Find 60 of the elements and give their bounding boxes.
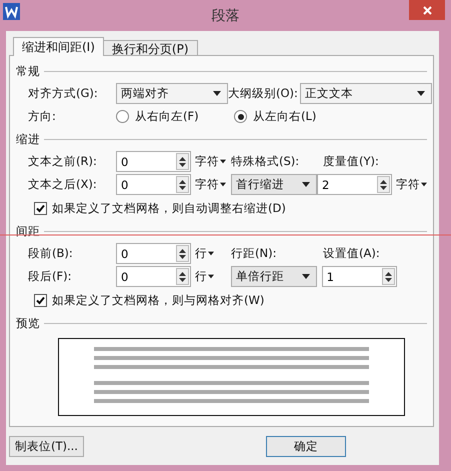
checkbox-label: 如果定义了文档网格，则与网格对齐(W)	[52, 292, 264, 308]
checkbox[interactable]	[34, 202, 47, 214]
caret-icon	[302, 274, 310, 279]
unit-dropdown[interactable]: 字符	[392, 177, 432, 192]
spin-button[interactable]	[176, 153, 189, 170]
field-label: 文本之前(R):	[28, 154, 98, 169]
spin-button[interactable]	[176, 268, 189, 285]
field-label: 文本之后(X):	[28, 177, 98, 192]
dropdown[interactable]: 两端对齐	[116, 83, 228, 104]
field-label: 段前(B):	[28, 246, 74, 261]
dropdown[interactable]: 单倍行距	[231, 266, 317, 287]
field-label: 方向:	[28, 109, 57, 124]
field-label: 大纲级别(O):	[228, 86, 299, 101]
caret-icon	[220, 159, 226, 164]
field-label: 行距(N):	[231, 246, 278, 261]
spin-button[interactable]	[382, 268, 395, 285]
tab[interactable]: 换行和分页(P)	[102, 40, 198, 56]
radio-label: 从右向左(F)	[135, 109, 199, 124]
checkbox[interactable]	[34, 294, 47, 306]
checkbox-label: 如果定义了文档网格，则自动调整右缩进(D)	[52, 200, 286, 216]
caret-icon	[220, 182, 226, 187]
radio-button[interactable]	[116, 110, 129, 123]
tab[interactable]: 缩进和间距(I)	[13, 37, 104, 56]
close-button[interactable]	[409, 0, 445, 20]
field-label: 段后(F):	[28, 269, 72, 284]
window-title: 段落	[212, 6, 240, 24]
spin-arrows-icon	[179, 156, 186, 168]
radio-button[interactable]	[234, 110, 247, 123]
spin-arrows-icon	[179, 248, 186, 260]
dropdown[interactable]: 正文文本	[300, 83, 432, 104]
caret-icon	[208, 274, 214, 279]
close-icon	[422, 6, 432, 14]
section-heading: 缩进	[16, 132, 40, 146]
spin-button[interactable]	[377, 176, 390, 193]
unit-dropdown[interactable]: 字符	[191, 154, 231, 169]
field-label: 设置值(A):	[323, 246, 381, 261]
spin-arrows-icon	[179, 178, 186, 190]
section-heading: 预览	[16, 316, 40, 330]
spin-arrows-icon	[380, 178, 387, 190]
dropdown[interactable]: 首行缩进	[231, 174, 317, 195]
unit-dropdown[interactable]: 行	[191, 246, 231, 261]
caret-icon	[213, 91, 221, 96]
caret-icon	[417, 91, 425, 96]
caret-icon	[421, 182, 427, 187]
spin-button[interactable]	[176, 176, 189, 193]
section-heading: 常规	[16, 64, 40, 78]
spin-arrows-icon	[179, 270, 186, 282]
spin-arrows-icon	[384, 270, 392, 282]
caret-icon	[208, 251, 214, 256]
ok-button[interactable]: 确定	[266, 436, 346, 457]
field-label: 特殊格式(S):	[231, 154, 300, 169]
unit-dropdown[interactable]: 字符	[191, 177, 231, 192]
caret-icon	[302, 182, 310, 187]
app-logo-icon	[3, 3, 20, 20]
radio-label: 从左向右(L)	[253, 109, 316, 124]
tab-stops-button[interactable]: 制表位(T)...	[9, 436, 84, 457]
spin-button[interactable]	[176, 245, 189, 262]
unit-dropdown[interactable]: 行	[191, 269, 231, 284]
field-label: 对齐方式(G):	[28, 86, 99, 101]
field-label: 度量值(Y):	[323, 154, 380, 169]
